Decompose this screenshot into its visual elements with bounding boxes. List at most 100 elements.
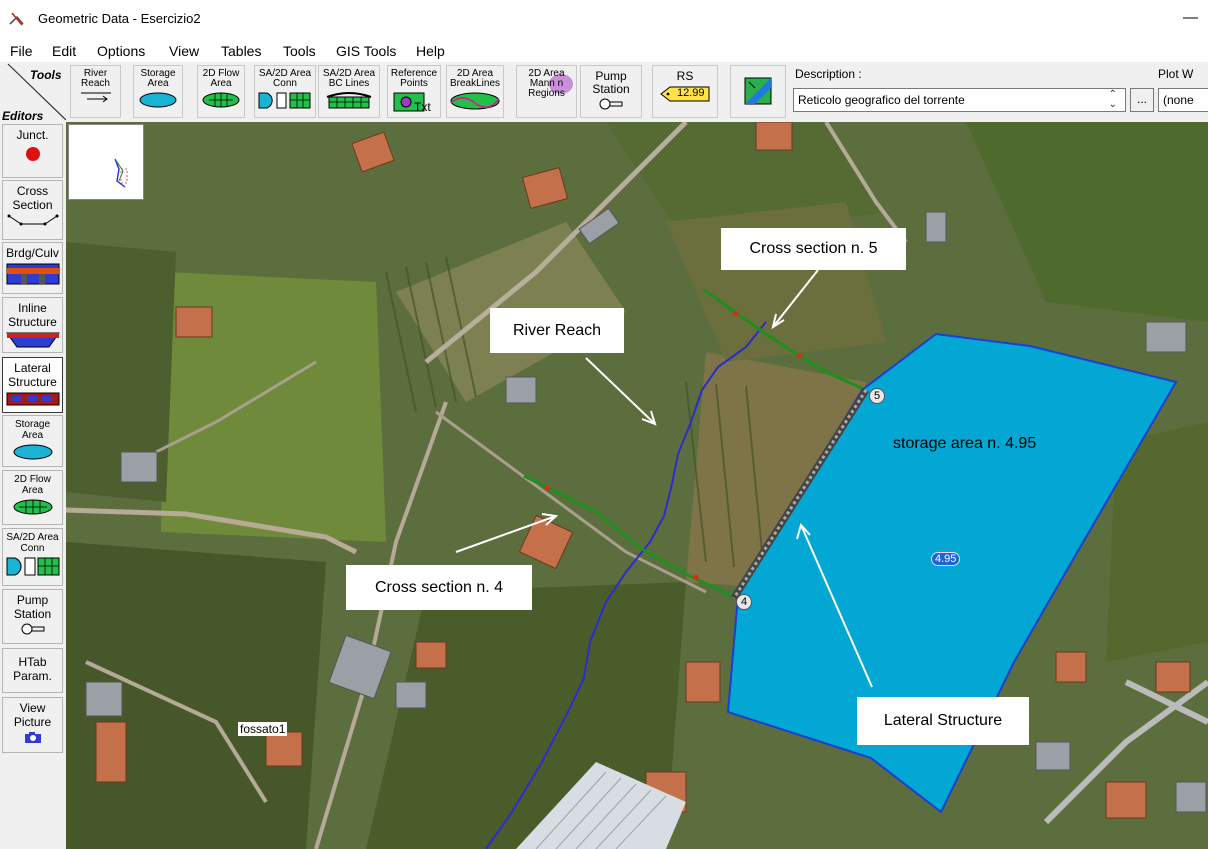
sa-2d-conn-tool-button[interactable]: SA/2D Area Conn xyxy=(254,65,316,118)
plot-select[interactable]: (none xyxy=(1158,88,1208,112)
bc-lines-tool-label: SA/2D Area BC Lines xyxy=(322,68,376,89)
2d-flow-area-tool-button[interactable]: 2D Flow Area xyxy=(197,65,245,118)
inline-structure-button[interactable]: Inline Structure xyxy=(2,297,63,353)
menu-options[interactable]: Options xyxy=(97,43,145,59)
cross-section-button[interactable]: Cross Section xyxy=(2,180,63,240)
cross-section-5-label[interactable]: 5 xyxy=(869,388,885,404)
window-title: Geometric Data - Esercizio2 xyxy=(38,11,201,26)
sa-2d-conn-side-button[interactable]: SA/2D Area Conn xyxy=(2,528,63,586)
pump-station-tool-button[interactable]: Pump Station xyxy=(580,65,642,118)
mann-n-regions-tool-button[interactable]: 2D Area Mann n Regions xyxy=(516,65,577,118)
description-value: Reticolo geografico del torrente xyxy=(798,93,965,107)
reference-points-tool-label: Reference Points xyxy=(390,68,438,89)
menu-bar: File Edit Options View Tables Tools GIS … xyxy=(0,38,1208,62)
bridge-culvert-label: Brdg/Culv xyxy=(6,246,59,260)
reference-points-txt: Txt xyxy=(414,100,431,113)
description-field[interactable]: Reticolo geografico del torrente ⌃ ⌄ xyxy=(793,88,1126,112)
menu-file[interactable]: File xyxy=(10,43,33,59)
sa-2d-conn-icon xyxy=(6,557,59,576)
2d-flow-area-side-label: 2D Flow Area xyxy=(14,474,51,496)
callout-lateral-structure: Lateral Structure xyxy=(857,697,1029,745)
title-bar: Geometric Data - Esercizio2 — xyxy=(0,0,1208,38)
2d-flow-area-icon xyxy=(13,499,52,515)
editors-sidebar: Junct. Cross Section Brdg/Culv Inline St… xyxy=(0,122,66,849)
overview-map-icon xyxy=(114,158,128,188)
pump-station-icon xyxy=(599,98,623,110)
callout-cross-section-4: Cross section n. 4 xyxy=(346,565,532,610)
rs-tool-button[interactable]: RS 12.99 xyxy=(652,65,718,118)
sa-2d-conn-side-label: SA/2D Area Conn xyxy=(6,532,59,554)
storage-area-tool-button[interactable]: Storage Area xyxy=(133,65,183,118)
breaklines-tool-label: 2D Area BreakLines xyxy=(449,68,501,89)
plot-label: Plot W xyxy=(1158,67,1194,81)
editors-label: Editors xyxy=(2,109,44,123)
sa-2d-conn-tool-label: SA/2D Area Conn xyxy=(258,68,312,89)
lateral-structure-button[interactable]: Lateral Structure xyxy=(2,357,63,413)
inline-structure-icon xyxy=(5,332,60,348)
breaklines-tool-button[interactable]: 2D Area BreakLines xyxy=(446,65,504,118)
lateral-structure-icon xyxy=(6,392,59,406)
junction-button[interactable]: Junct. xyxy=(2,124,63,178)
storage-area-tool-label: Storage Area xyxy=(140,68,176,89)
overview-map[interactable] xyxy=(68,124,144,200)
menu-view[interactable]: View xyxy=(169,43,199,59)
app-logo-icon xyxy=(9,12,24,26)
2d-flow-area-side-button[interactable]: 2D Flow Area xyxy=(2,470,63,525)
storage-area-title: storage area n. 4.95 xyxy=(893,435,1037,452)
minimize-button[interactable]: — xyxy=(1183,9,1198,26)
toolbar: Tools Editors River Reach Storage Area 2… xyxy=(0,62,1208,123)
htab-param-label: HTab Param. xyxy=(13,655,52,683)
storage-area-side-button[interactable]: Storage Area xyxy=(2,415,63,467)
menu-help[interactable]: Help xyxy=(416,43,445,59)
river-reach-label: River Reach xyxy=(81,68,110,89)
storage-area-side-label: Storage Area xyxy=(14,419,51,441)
2d-flow-area-icon xyxy=(202,92,240,108)
storage-area-icon xyxy=(139,92,177,108)
storage-area-icon xyxy=(13,444,52,460)
bridge-culvert-icon xyxy=(6,263,59,285)
menu-tables[interactable]: Tables xyxy=(221,43,261,59)
cross-section-icon xyxy=(7,214,58,226)
storage-area-tag[interactable]: 4.95 xyxy=(931,552,961,566)
junction-label: Junct. xyxy=(16,128,49,142)
breaklines-icon xyxy=(450,92,500,110)
bridge-culvert-button[interactable]: Brdg/Culv xyxy=(2,242,63,294)
menu-gis-tools[interactable]: GIS Tools xyxy=(336,43,396,59)
pump-station-side-label: Pump Station xyxy=(13,593,52,621)
callout-cross-section-5: Cross section n. 5 xyxy=(721,228,906,270)
mann-n-regions-tool-label: 2D Area Mann n Regions xyxy=(528,68,565,99)
map-background-icon xyxy=(744,77,772,105)
rs-tool-label: RS xyxy=(676,69,694,83)
junction-icon xyxy=(25,147,40,161)
description-ellipsis-button[interactable]: ... xyxy=(1130,88,1154,112)
reference-points-icon: Txt xyxy=(393,92,431,113)
stream-label: fossato1 xyxy=(238,722,288,736)
pump-station-icon xyxy=(21,623,44,635)
bc-lines-icon xyxy=(326,92,372,109)
rs-tag-icon: 12.99 xyxy=(660,86,710,102)
description-spinner-icon[interactable]: ⌃ ⌄ xyxy=(1109,90,1117,110)
cross-section-4-label[interactable]: 4 xyxy=(736,594,752,610)
reference-points-tool-button[interactable]: Reference Points Txt xyxy=(387,65,441,118)
view-picture-label: View Picture xyxy=(13,701,52,729)
menu-tools[interactable]: Tools xyxy=(283,43,316,59)
aerial-imagery xyxy=(66,122,1208,849)
pump-station-tool-label: Pump Station xyxy=(592,69,630,96)
pump-station-side-button[interactable]: Pump Station xyxy=(2,589,63,644)
lateral-structure-label: Lateral Structure xyxy=(8,361,57,389)
view-picture-button[interactable]: View Picture xyxy=(2,697,63,753)
map-canvas[interactable]: Cross section n. 5 River Reach storage a… xyxy=(66,122,1208,849)
bc-lines-tool-button[interactable]: SA/2D Area BC Lines xyxy=(318,65,380,118)
2d-flow-area-tool-label: 2D Flow Area xyxy=(202,68,240,89)
htab-param-button[interactable]: HTab Param. xyxy=(2,648,63,693)
rs-tag-value: 12.99 xyxy=(677,87,705,99)
menu-edit[interactable]: Edit xyxy=(52,43,76,59)
callout-river-reach: River Reach xyxy=(490,308,624,353)
tools-label: Tools xyxy=(30,68,62,82)
river-reach-button[interactable]: River Reach xyxy=(70,65,121,118)
map-background-button[interactable] xyxy=(730,65,786,118)
camera-icon xyxy=(24,732,41,743)
sa-2d-conn-icon xyxy=(258,92,311,109)
cross-section-label: Cross Section xyxy=(12,184,53,212)
description-label: Description : xyxy=(795,67,862,81)
